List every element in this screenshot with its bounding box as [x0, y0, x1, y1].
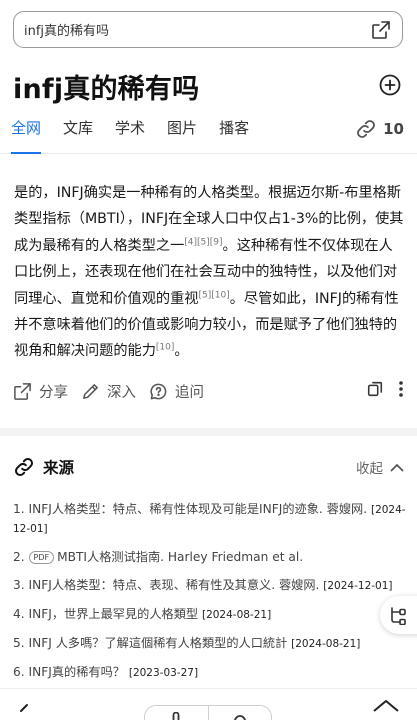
sources-header: 来源 收起	[13, 454, 404, 480]
source-index: 3.	[13, 578, 25, 592]
follow-label: 追问	[175, 384, 204, 401]
source-item[interactable]: 1. INFJ人格类型：特点、稀有性体现及可能是INFJ的迹象. 蓉嫂网. [2…	[13, 500, 417, 538]
sources-list: 1. INFJ人格类型：特点、稀有性体现及可能是INFJ的迹象. 蓉嫂网. [2…	[13, 500, 417, 692]
source-title: MBTI人格测试指南. Harley Friedman et al.	[57, 550, 304, 564]
source-count-button[interactable]: 10	[355, 118, 404, 140]
source-item[interactable]: 4. INFJ，世界上最罕見的人格類型 [2024-08-21]	[13, 605, 417, 624]
mindmap-float-button[interactable]	[380, 596, 417, 634]
tab-podcast[interactable]: 播客	[219, 118, 249, 154]
citation[interactable]: [4][5][9]	[184, 237, 222, 247]
tab-bar: 全网 文库 学术 图片 播客 10	[0, 118, 417, 154]
chevron-up-icon	[390, 463, 404, 471]
tab-images[interactable]: 图片	[167, 118, 197, 154]
answer-text: 是的，INFJ确实是一种稀有的人格类型。根据迈尔斯-布里格斯类型指标（MBTI）…	[14, 180, 404, 365]
source-item[interactable]: 3. INFJ人格类型：特点、表现、稀有性及其意义. 蓉嫂网. [2024-12…	[13, 576, 417, 595]
search-query[interactable]: infj真的稀有吗	[24, 20, 370, 39]
source-count: 10	[383, 120, 404, 138]
bottom-nav	[0, 688, 417, 720]
title-row: infj真的稀有吗	[13, 66, 404, 106]
source-item[interactable]: 2. PDF MBTI人格测试指南. Harley Friedman et al.	[13, 548, 417, 566]
source-title: INFJ 人多嗎？了解這個稀有人格類型的人口統計	[28, 636, 288, 650]
section-divider	[0, 428, 417, 436]
share-label: 分享	[39, 384, 68, 401]
answer-segment: 。	[174, 343, 189, 360]
page-title: infj真的稀有吗	[13, 73, 200, 105]
camera-icon[interactable]	[233, 712, 247, 720]
source-title: INFJ人格类型：特点、表现、稀有性及其意义. 蓉嫂网.	[28, 578, 320, 592]
collapse-button[interactable]: 收起	[356, 457, 404, 477]
home-icon[interactable]	[372, 699, 400, 713]
copy-icon[interactable]	[366, 380, 384, 402]
source-item[interactable]: 5. INFJ 人多嗎？了解這個稀有人格類型的人口統計 [2024-08-21]	[13, 634, 417, 653]
dive-label: 深入	[107, 384, 136, 401]
plus-circle-icon[interactable]	[378, 73, 404, 99]
sources-title: 来源	[43, 459, 75, 477]
source-date: [2024-08-21]	[291, 638, 361, 650]
search-bar[interactable]: infj真的稀有吗	[13, 11, 403, 48]
back-icon[interactable]	[18, 703, 34, 715]
link-icon	[357, 120, 376, 138]
source-title: INFJ真的稀有吗？	[28, 665, 125, 679]
source-title: INFJ人格类型：特点、稀有性体现及可能是INFJ的迹象. 蓉嫂网.	[28, 502, 368, 516]
pencil-icon	[83, 383, 98, 399]
collapse-label: 收起	[356, 461, 383, 477]
follow-up-button[interactable]: 追问	[149, 381, 204, 402]
share-button[interactable]: 分享	[13, 381, 68, 402]
citation[interactable]: [5][10]	[198, 290, 229, 300]
pdf-badge: PDF	[28, 551, 55, 564]
source-index: 1.	[13, 502, 25, 516]
dive-deeper-button[interactable]: 深入	[81, 381, 136, 402]
source-index: 2.	[13, 550, 25, 564]
group-separator	[208, 706, 209, 720]
source-index: 6.	[13, 665, 25, 679]
external-share-icon[interactable]	[370, 19, 392, 41]
tab-all[interactable]: 全网	[11, 118, 42, 154]
microphone-icon[interactable]	[170, 712, 182, 720]
source-index: 5.	[13, 636, 25, 650]
source-date: [2023-03-27]	[128, 667, 199, 679]
source-index: 4.	[13, 607, 25, 621]
answer-actions: 分享 深入 追问	[13, 378, 404, 404]
citation[interactable]: [10]	[156, 343, 174, 353]
more-vertical-icon[interactable]	[398, 380, 404, 402]
bottom-action-group[interactable]	[144, 705, 272, 720]
source-date: [2024-08-21]	[201, 609, 272, 621]
tab-academic[interactable]: 学术	[115, 118, 145, 154]
source-item[interactable]: 6. INFJ真的稀有吗？ [2023-03-27]	[13, 663, 417, 682]
link-icon	[15, 458, 33, 476]
source-date: [2024-12-01]	[323, 580, 393, 592]
source-title: INFJ，世界上最罕見的人格類型	[28, 607, 199, 621]
question-bubble-icon	[150, 383, 167, 399]
share-icon	[14, 382, 31, 400]
mindmap-icon	[391, 607, 406, 625]
tab-library[interactable]: 文库	[63, 118, 93, 154]
